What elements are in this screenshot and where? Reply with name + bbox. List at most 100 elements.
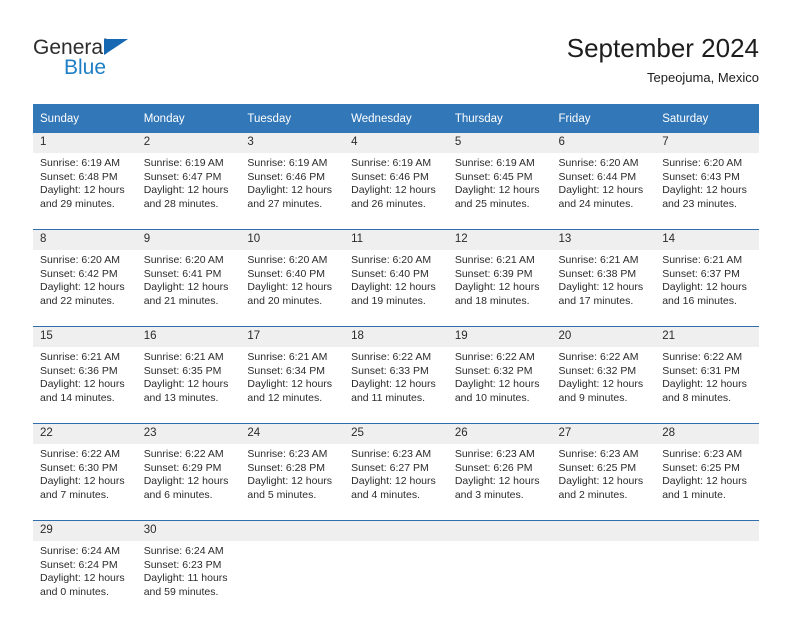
day-cell[interactable]: Sunrise: 6:21 AM Sunset: 6:38 PM Dayligh… (551, 250, 656, 327)
day-number[interactable]: 6 (551, 133, 656, 153)
day-number[interactable]: 1 (33, 133, 137, 153)
sunrise-text: Sunrise: 6:19 AM (351, 157, 432, 169)
daylight-text-line2: and 3 minutes. (454, 488, 524, 501)
day-number[interactable]: 20 (551, 326, 656, 347)
sunset-text: Sunset: 6:25 PM (662, 461, 740, 474)
day-number[interactable]: 26 (447, 423, 552, 444)
day-cell[interactable]: Sunrise: 6:22 AM Sunset: 6:30 PM Dayligh… (33, 444, 137, 521)
sunrise-text: Sunrise: 6:22 AM (454, 351, 535, 363)
day-number[interactable]: 12 (447, 229, 552, 250)
day-cell[interactable]: Sunrise: 6:22 AM Sunset: 6:33 PM Dayligh… (344, 347, 448, 424)
sunset-text: Sunset: 6:32 PM (454, 364, 533, 377)
day-number[interactable]: 7 (655, 133, 759, 153)
day-number[interactable]: 30 (136, 520, 241, 541)
day-cell[interactable]: Sunrise: 6:21 AM Sunset: 6:35 PM Dayligh… (136, 347, 241, 424)
daylight-text-line1: Daylight: 12 hours (247, 281, 333, 294)
sunset-text: Sunset: 6:26 PM (454, 461, 533, 474)
day-cell[interactable]: Sunrise: 6:22 AM Sunset: 6:31 PM Dayligh… (655, 347, 759, 424)
sunset-text: Sunset: 6:23 PM (143, 558, 222, 571)
day-cell[interactable]: Sunrise: 6:19 AM Sunset: 6:46 PM Dayligh… (344, 153, 448, 230)
day-number[interactable]: 27 (551, 423, 656, 444)
sunset-text: Sunset: 6:46 PM (247, 170, 326, 183)
day-number[interactable]: 24 (240, 423, 345, 444)
day-cell[interactable]: Sunrise: 6:20 AM Sunset: 6:41 PM Dayligh… (136, 250, 241, 327)
day-cell[interactable]: Sunrise: 6:23 AM Sunset: 6:28 PM Dayligh… (240, 444, 345, 521)
day-number[interactable]: 14 (655, 229, 759, 250)
day-number[interactable]: 15 (33, 326, 137, 347)
day-number[interactable]: 16 (136, 326, 241, 347)
day-cell[interactable]: Sunrise: 6:20 AM Sunset: 6:42 PM Dayligh… (33, 250, 137, 327)
day-cell[interactable]: Sunrise: 6:24 AM Sunset: 6:23 PM Dayligh… (136, 541, 241, 617)
sunrise-text: Sunrise: 6:23 AM (247, 448, 328, 460)
day-cell[interactable]: Sunrise: 6:20 AM Sunset: 6:40 PM Dayligh… (344, 250, 448, 327)
weekday-header-friday: Friday (551, 104, 656, 133)
day-cell[interactable]: Sunrise: 6:21 AM Sunset: 6:34 PM Dayligh… (240, 347, 345, 424)
day-number[interactable]: 22 (33, 423, 137, 444)
sunrise-text: Sunrise: 6:21 AM (143, 351, 224, 363)
daylight-text-line1: Daylight: 12 hours (247, 475, 333, 488)
daylight-text-line2: and 6 minutes. (143, 488, 213, 501)
day-number[interactable]: 29 (33, 520, 137, 541)
day-number[interactable]: 25 (344, 423, 448, 444)
day-cell[interactable]: Sunrise: 6:19 AM Sunset: 6:45 PM Dayligh… (447, 153, 552, 230)
weekday-header-row: Sunday Monday Tuesday Wednesday Thursday… (33, 104, 759, 133)
daylight-text-line1: Daylight: 12 hours (40, 572, 125, 585)
daylight-text-line1: Daylight: 12 hours (454, 184, 540, 197)
sunrise-text: Sunrise: 6:23 AM (558, 448, 639, 460)
day-number[interactable]: 2 (136, 133, 241, 153)
daylight-text-line2: and 1 minute. (662, 488, 726, 501)
day-cell[interactable]: Sunrise: 6:21 AM Sunset: 6:36 PM Dayligh… (33, 347, 137, 424)
day-number[interactable]: 8 (33, 229, 137, 250)
daylight-text-line1: Daylight: 12 hours (454, 475, 540, 488)
daylight-text-line1: Daylight: 12 hours (662, 378, 747, 391)
day-cell[interactable]: Sunrise: 6:24 AM Sunset: 6:24 PM Dayligh… (33, 541, 137, 617)
sunrise-text: Sunrise: 6:20 AM (40, 254, 120, 266)
sunrise-text: Sunrise: 6:23 AM (454, 448, 535, 460)
sunset-text: Sunset: 6:39 PM (454, 267, 533, 280)
empty-day-number (447, 520, 552, 541)
day-cell[interactable]: Sunrise: 6:19 AM Sunset: 6:46 PM Dayligh… (240, 153, 345, 230)
daylight-text-line1: Daylight: 12 hours (558, 378, 644, 391)
empty-day-cell (344, 541, 448, 617)
day-cell[interactable]: Sunrise: 6:22 AM Sunset: 6:32 PM Dayligh… (551, 347, 656, 424)
day-number[interactable]: 11 (344, 229, 448, 250)
day-number[interactable]: 19 (447, 326, 552, 347)
day-cell[interactable]: Sunrise: 6:19 AM Sunset: 6:47 PM Dayligh… (136, 153, 241, 230)
sunrise-text: Sunrise: 6:21 AM (558, 254, 639, 266)
empty-day-cell (551, 541, 656, 617)
sunrise-text: Sunrise: 6:22 AM (662, 351, 743, 363)
day-cell[interactable]: Sunrise: 6:21 AM Sunset: 6:37 PM Dayligh… (655, 250, 759, 327)
day-cell[interactable]: Sunrise: 6:22 AM Sunset: 6:32 PM Dayligh… (447, 347, 552, 424)
day-cell[interactable]: Sunrise: 6:23 AM Sunset: 6:25 PM Dayligh… (551, 444, 656, 521)
day-number[interactable]: 4 (344, 133, 448, 153)
day-number[interactable]: 13 (551, 229, 656, 250)
daylight-text-line1: Daylight: 12 hours (143, 281, 229, 294)
daylight-text-line1: Daylight: 12 hours (662, 184, 747, 197)
day-number[interactable]: 5 (447, 133, 552, 153)
daylight-text-line2: and 24 minutes. (558, 197, 634, 210)
day-number[interactable]: 17 (240, 326, 345, 347)
day-number[interactable]: 3 (240, 133, 345, 153)
sunset-text: Sunset: 6:43 PM (662, 170, 740, 183)
day-number[interactable]: 18 (344, 326, 448, 347)
day-cell[interactable]: Sunrise: 6:23 AM Sunset: 6:26 PM Dayligh… (447, 444, 552, 521)
day-number[interactable]: 28 (655, 423, 759, 444)
daylight-text-line2: and 13 minutes. (143, 391, 219, 404)
calendar-body: 1 2 3 4 5 6 7 Sunrise: 6:19 AM Sunset: 6… (33, 133, 759, 617)
day-cell[interactable]: Sunrise: 6:21 AM Sunset: 6:39 PM Dayligh… (447, 250, 552, 327)
daylight-text-line2: and 59 minutes. (143, 585, 219, 598)
daylight-text-line1: Daylight: 12 hours (351, 475, 436, 488)
general-blue-logo[interactable]: General Blue (33, 36, 233, 82)
day-cell[interactable]: Sunrise: 6:20 AM Sunset: 6:40 PM Dayligh… (240, 250, 345, 327)
day-cell[interactable]: Sunrise: 6:23 AM Sunset: 6:25 PM Dayligh… (655, 444, 759, 521)
day-number[interactable]: 9 (136, 229, 241, 250)
day-cell[interactable]: Sunrise: 6:19 AM Sunset: 6:48 PM Dayligh… (33, 153, 137, 230)
day-cell[interactable]: Sunrise: 6:23 AM Sunset: 6:27 PM Dayligh… (344, 444, 448, 521)
sunset-text: Sunset: 6:25 PM (558, 461, 637, 474)
day-cell[interactable]: Sunrise: 6:20 AM Sunset: 6:44 PM Dayligh… (551, 153, 656, 230)
day-number[interactable]: 23 (136, 423, 241, 444)
day-cell[interactable]: Sunrise: 6:22 AM Sunset: 6:29 PM Dayligh… (136, 444, 241, 521)
day-number[interactable]: 21 (655, 326, 759, 347)
day-cell[interactable]: Sunrise: 6:20 AM Sunset: 6:43 PM Dayligh… (655, 153, 759, 230)
day-number[interactable]: 10 (240, 229, 345, 250)
